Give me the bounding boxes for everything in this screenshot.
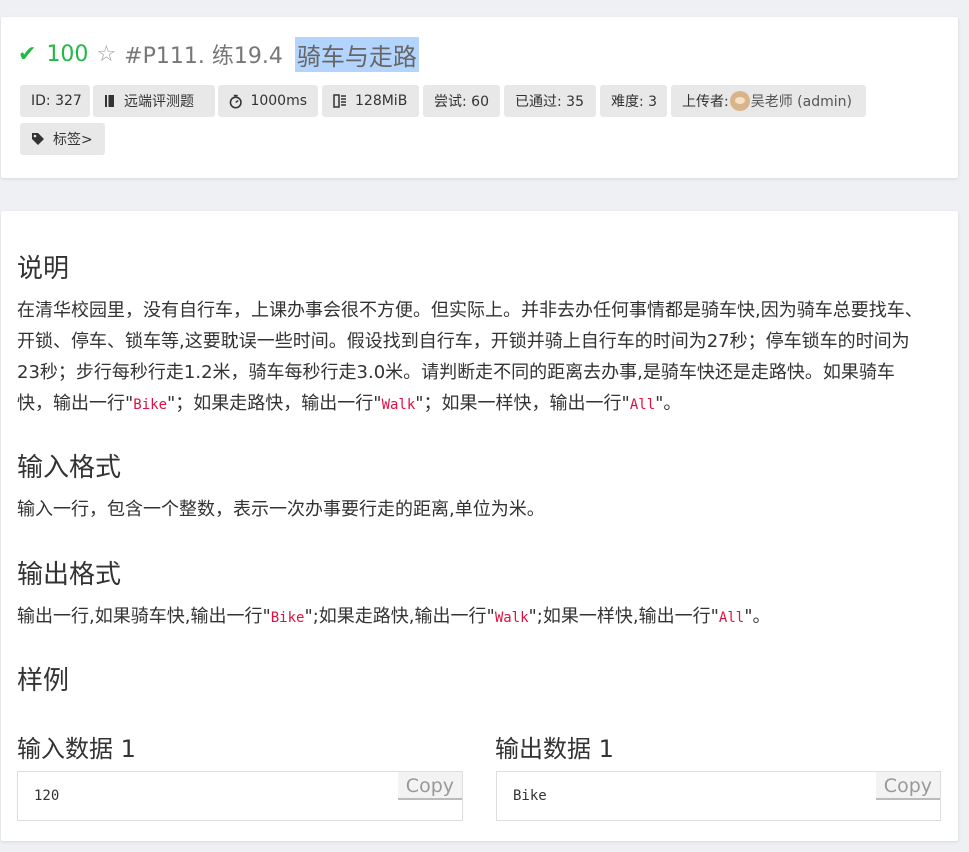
tag-passed-label: 已通过: 35	[515, 94, 584, 110]
tag-icon	[32, 133, 44, 145]
stopwatch-icon	[229, 94, 242, 109]
code-bike: Bike	[133, 397, 167, 413]
tag-uploader-label: 上传者:	[682, 94, 729, 110]
tag-memory-label: 128MiB	[355, 93, 408, 109]
tag-attempts: 尝试: 60	[423, 85, 500, 117]
accepted-check-icon: ✔	[18, 41, 37, 67]
avatar	[729, 91, 750, 111]
code-walk: Walk	[494, 610, 529, 626]
tag-id-label: ID: 327	[31, 93, 82, 109]
tag-judge-type: 远端评测题	[93, 85, 215, 117]
star-icon[interactable]: ☆	[96, 42, 116, 67]
tag-judge-label: 远端评测题	[124, 94, 194, 110]
problem-id: #P111. 练19.4	[124, 44, 283, 69]
tag-passed: 已通过: 35	[504, 85, 596, 117]
description-part: "；如果走路快，输出一行"	[167, 393, 382, 414]
tag-labels-label: 标签>	[53, 132, 93, 148]
score: 100	[46, 41, 89, 67]
tag-id: ID: 327	[20, 85, 90, 117]
sample-input-box: 120 Copy	[17, 771, 463, 821]
copy-output-button[interactable]: Copy	[875, 772, 940, 800]
problem-title: 骑车与走路	[294, 36, 419, 72]
tag-difficulty: 难度: 3	[600, 85, 667, 117]
input-format-heading: 输入格式	[17, 453, 122, 483]
book-icon	[105, 95, 114, 107]
description-part: "；如果一样快，输出一行"	[415, 393, 630, 414]
tag-memory-limit: 128MiB	[322, 85, 419, 117]
output-part: 输出一行,如果骑车快,输出一行"	[17, 606, 271, 627]
problem-title-row: ✔ 100 ☆ #P111. 练19.4 骑车与走路	[18, 34, 419, 74]
code-all: All	[718, 610, 745, 626]
code-bike: Bike	[270, 610, 305, 626]
output-format-text: 输出一行,如果骑车快,输出一行"Bike";如果走路快,输出一行"Walk";如…	[17, 601, 927, 634]
sample-output-box: Bike Copy	[496, 771, 941, 821]
tag-labels-toggle[interactable]: 标签>	[20, 123, 105, 155]
sample-heading: 样例	[17, 666, 70, 696]
tag-time-label: 1000ms	[250, 93, 307, 109]
sample-output-value[interactable]: Bike	[513, 788, 547, 804]
tag-difficulty-label: 难度: 3	[611, 94, 658, 110]
tag-attempts-label: 尝试: 60	[434, 94, 489, 110]
output-format-heading: 输出格式	[17, 560, 122, 590]
description-part: "。	[655, 393, 682, 414]
output-part: "。	[744, 606, 771, 627]
output-part: ";如果走路快,输出一行"	[304, 606, 495, 627]
input-format-text: 输入一行，包含一个整数，表示一次办事要行走的距离,单位为米。	[17, 499, 545, 520]
copy-input-button[interactable]: Copy	[397, 772, 462, 800]
code-all: All	[629, 397, 656, 413]
output-part: ";如果一样快,输出一行"	[528, 606, 719, 627]
memory-icon	[333, 94, 346, 108]
sample-input-value[interactable]: 120	[34, 788, 59, 804]
tag-time-limit: 1000ms	[218, 85, 318, 117]
description-heading: 说明	[17, 254, 70, 284]
tag-uploader[interactable]: 上传者: 吴老师 (admin)	[671, 85, 866, 117]
uploader-name[interactable]: 吴老师 (admin)	[751, 91, 852, 111]
sample-output-heading: 输出数据 1	[495, 735, 614, 763]
description-text: 在清华校园里，没有自行车，上课办事会很不方便。但实际上。并非去办任何事情都是骑车…	[17, 295, 927, 421]
code-walk: Walk	[381, 397, 416, 413]
sample-input-heading: 输入数据 1	[17, 735, 136, 763]
